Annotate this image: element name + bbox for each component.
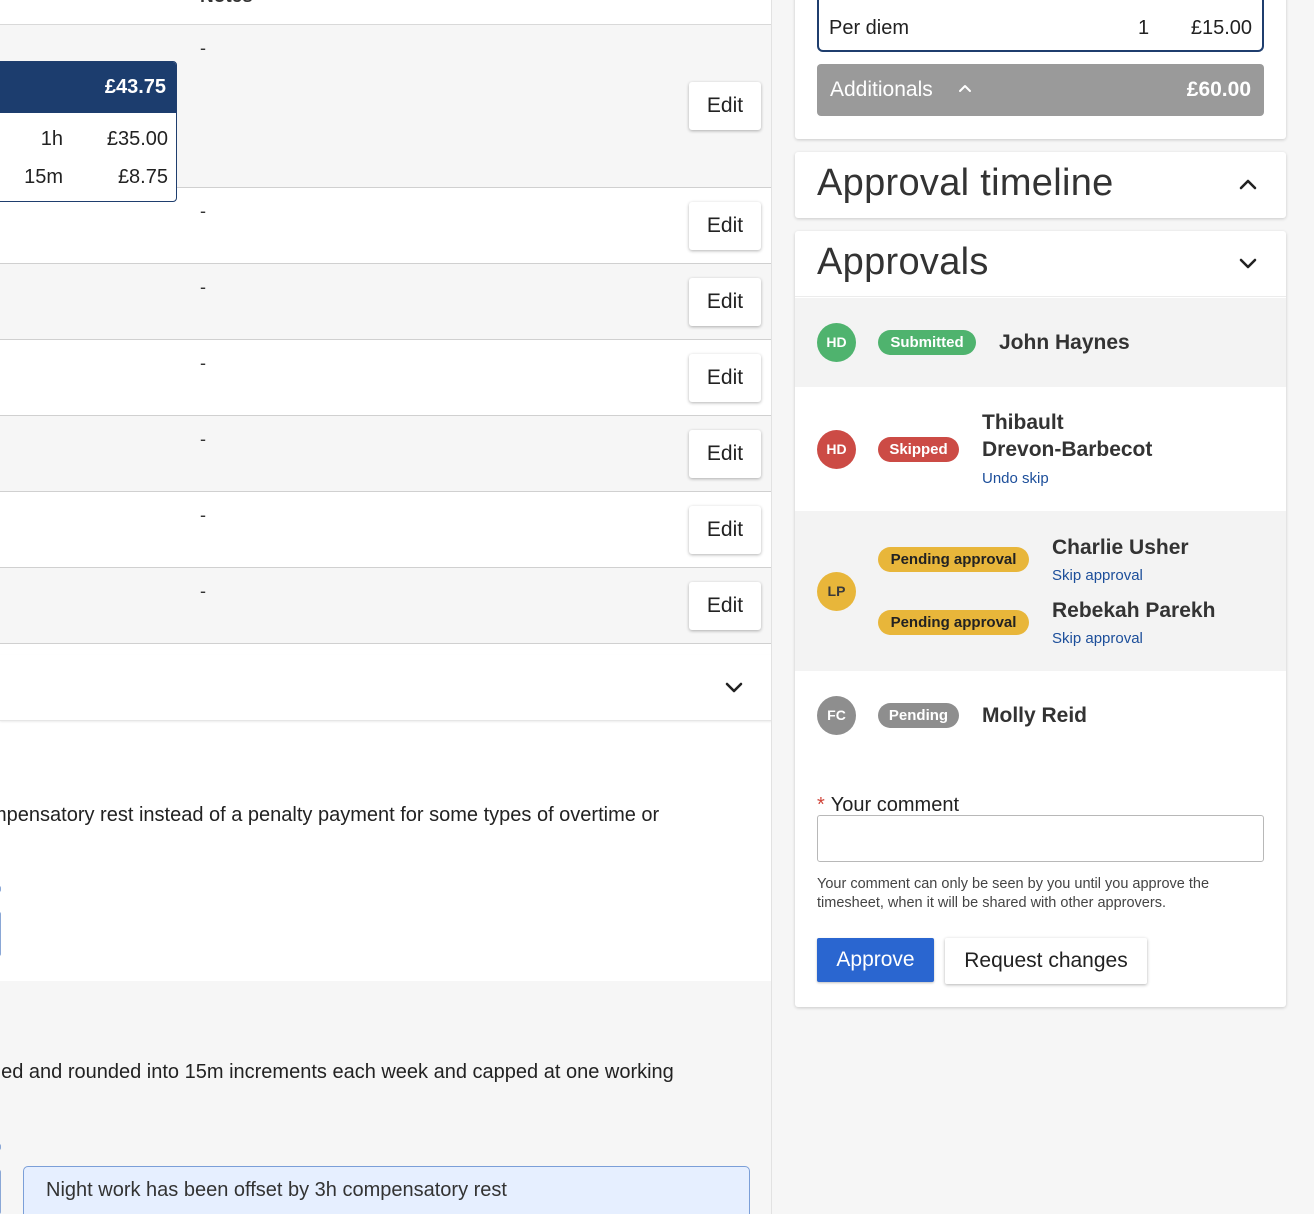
chevron-down-icon[interactable] <box>1238 251 1258 277</box>
input-fragment <box>0 886 1 892</box>
comment-help-text: Your comment can only be seen by you unt… <box>817 876 1210 911</box>
approver-group-row: LP Pending approval Charlie Usher Skip a… <box>795 511 1286 671</box>
chevron-up-icon <box>959 85 971 92</box>
note-value: - <box>200 353 206 373</box>
table-row: - Edit <box>0 492 771 568</box>
approval-timeline-card[interactable]: Approval timeline <box>795 152 1286 218</box>
status-badge: Pending approval <box>878 547 1029 572</box>
edit-button[interactable]: Edit <box>689 582 761 630</box>
skip-approval-link[interactable]: Skip approval <box>1052 630 1143 647</box>
additionals-amount: £60.00 <box>1186 78 1251 101</box>
note-value: - <box>200 581 206 601</box>
comment-label-text: Your comment <box>830 794 960 816</box>
cost-line-amount: £8.75 <box>117 166 168 188</box>
chevron-up-icon[interactable] <box>1238 172 1258 198</box>
approve-button[interactable]: Approve <box>817 938 934 982</box>
note-value: - <box>200 277 206 297</box>
required-marker: * <box>817 794 825 816</box>
note-value: - <box>200 429 206 449</box>
approver-name-line2: Drevon-Barbecot <box>982 438 1153 461</box>
cost-total: £43.75 <box>0 62 176 113</box>
notes-column-header: Notes <box>200 0 253 8</box>
status-badge: Skipped <box>878 437 959 462</box>
cost-line: 1h £35.00 <box>0 128 176 154</box>
status-badge: Submitted <box>878 330 976 355</box>
comment-input[interactable] <box>817 815 1264 862</box>
per-diem-label: Per diem <box>829 17 910 39</box>
approver-name: Charlie Usher <box>1052 536 1189 559</box>
approver-row: HD Submitted John Haynes <box>795 298 1286 387</box>
request-changes-button[interactable]: Request changes <box>945 938 1147 984</box>
avatar: HD <box>817 323 856 362</box>
approvals-header[interactable]: Approvals <box>795 231 1286 297</box>
approver-row: HD Skipped Thibault Drevon-Barbecot Undo… <box>795 387 1286 511</box>
approvals-card: Approvals HD Submitted John Haynes HD Sk… <box>795 231 1286 1007</box>
approver-name: Rebekah Parekh <box>1052 599 1216 622</box>
cost-line-qty: 1h <box>40 128 63 150</box>
cost-line-amount: £35.00 <box>106 128 168 150</box>
approver-name: Molly Reid <box>982 704 1088 727</box>
edit-button[interactable]: Edit <box>689 354 761 402</box>
status-badge: Pending <box>878 703 959 728</box>
per-diem-amount: £15.00 <box>1190 17 1252 39</box>
cost-line-qty: 15m <box>24 166 63 188</box>
per-diem-row: Per diem 1 £15.00 <box>817 0 1264 52</box>
approver-name: John Haynes <box>999 331 1130 354</box>
rule-description: ued and rounded into 15m increments each… <box>0 1061 674 1083</box>
cost-breakdown-card: £43.75 1h £35.00 15m £8.75 <box>0 61 177 202</box>
per-diem-qty: 1 <box>1138 17 1150 39</box>
edit-button[interactable]: Edit <box>689 82 761 130</box>
avatar: LP <box>817 572 856 611</box>
status-badge: Pending approval <box>878 610 1029 635</box>
approvals-title: Approvals <box>817 241 989 283</box>
table-row: - Edit <box>0 340 771 416</box>
table-row: - Edit <box>0 264 771 340</box>
rules-section-header[interactable] <box>0 655 771 721</box>
chevron-down-icon[interactable] <box>724 675 744 701</box>
table-row: - Edit <box>0 568 771 644</box>
table-row: - Edit <box>0 188 771 264</box>
table-row: - Edit <box>0 416 771 492</box>
note-value: - <box>200 201 206 221</box>
skip-approval-link[interactable]: Skip approval <box>1052 567 1143 584</box>
edit-button[interactable]: Edit <box>689 278 761 326</box>
approval-timeline-title: Approval timeline <box>817 162 1114 204</box>
info-message: Night work has been offset by 3h compens… <box>23 1166 750 1214</box>
table-row: £43.75 1h £35.00 15m £8.75 - Edit <box>0 25 771 202</box>
input-fragment <box>0 912 1 956</box>
undo-skip-link[interactable]: Undo skip <box>982 470 1049 487</box>
avatar: FC <box>817 696 856 735</box>
rule-description: mpensatory rest instead of a penalty pay… <box>0 804 660 826</box>
avatar: HD <box>817 430 856 469</box>
edit-button[interactable]: Edit <box>689 202 761 250</box>
note-value: - <box>200 505 206 525</box>
edit-button[interactable]: Edit <box>689 506 761 554</box>
note-value: - <box>200 38 206 58</box>
approver-name-line1: Thibault <box>982 411 1064 434</box>
additionals-label: Additionals <box>830 78 933 101</box>
additionals-toggle[interactable]: Additionals £60.00 <box>817 64 1264 116</box>
timesheet-panel: Notes £43.75 1h £35.00 15m £8.75 - Edit … <box>0 0 772 1214</box>
edit-button[interactable]: Edit <box>689 430 761 478</box>
comment-label: * Your comment <box>817 794 959 817</box>
approver-row: FC Pending Molly Reid <box>795 671 1286 761</box>
input-fragment <box>0 1170 1 1214</box>
